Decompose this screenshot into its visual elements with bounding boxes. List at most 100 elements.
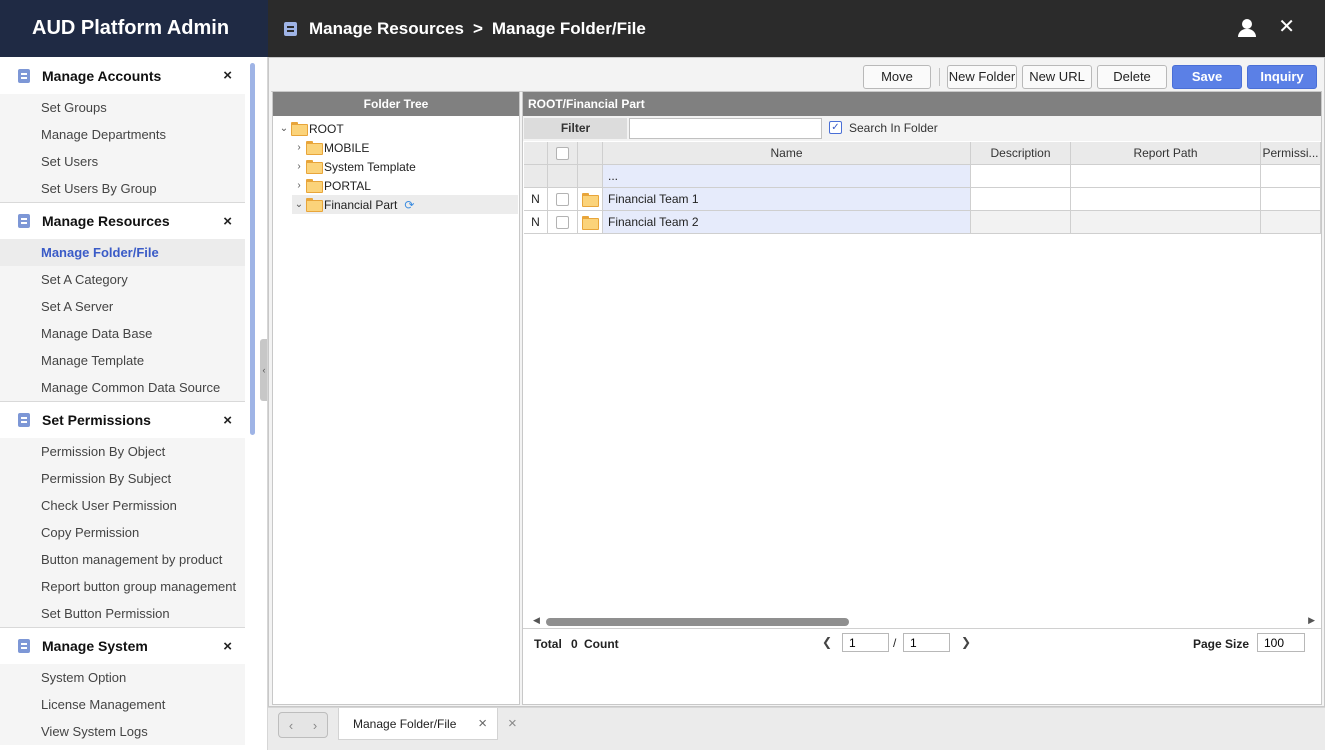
sidebar-item-manage-departments[interactable]: Manage Departments	[0, 121, 245, 148]
main-content: Move New Folder New URL Delete Save Inqu…	[268, 57, 1325, 707]
tab-label: Manage Folder/File	[353, 716, 457, 731]
row-status: N	[524, 211, 548, 234]
table-row[interactable]: N Financial Team 2	[524, 211, 1321, 234]
sidebar-item-permission-by-subject[interactable]: Permission By Subject	[0, 465, 245, 492]
sidebar-item-set-a-server[interactable]: Set A Server	[0, 293, 245, 320]
user-icon[interactable]	[1237, 19, 1257, 37]
total-pages-field	[903, 633, 950, 652]
new-url-button[interactable]: New URL	[1022, 65, 1092, 89]
sidebar-item-check-user-permission[interactable]: Check User Permission	[0, 492, 245, 519]
page-separator: /	[893, 636, 897, 650]
chevron-left-icon[interactable]: ‹	[289, 718, 293, 733]
close-icon[interactable]: ×	[223, 67, 232, 84]
save-button[interactable]: Save	[1172, 65, 1242, 89]
tab-navigation: ‹ ›	[278, 712, 328, 738]
sidebar-item-report-button-group-management[interactable]: Report button group management	[0, 573, 245, 600]
chevron-down-icon[interactable]: ⌄	[277, 123, 291, 134]
folder-icon	[306, 160, 323, 174]
tree-node-system-template[interactable]: › System Template	[292, 157, 416, 176]
row-checkbox[interactable]	[556, 216, 569, 230]
column-header-report-path[interactable]: Report Path	[1071, 142, 1261, 165]
scroll-right-arrow-icon[interactable]: ▶	[1308, 615, 1315, 626]
sidebar-item-button-management-by-product[interactable]: Button management by product	[0, 546, 245, 573]
menu-group-header[interactable]: Set Permissions ×	[0, 401, 245, 438]
sidebar-item-set-users[interactable]: Set Users	[0, 148, 245, 175]
menu-group-header[interactable]: Manage Accounts ×	[0, 57, 245, 94]
sidebar-item-copy-permission[interactable]: Copy Permission	[0, 519, 245, 546]
sidebar-item-permission-by-object[interactable]: Permission By Object	[0, 438, 245, 465]
title-bar: Manage Resources > Manage Folder/File ✕	[268, 0, 1325, 57]
count-label: Count	[584, 637, 619, 651]
total-count: 0	[571, 637, 578, 651]
sidebar-item-view-system-logs[interactable]: View System Logs	[0, 718, 245, 745]
close-all-tabs-icon[interactable]: ×	[508, 715, 517, 732]
tree-node-financial-part[interactable]: ⌄ Financial Part ⟳	[292, 195, 518, 214]
scrollbar-thumb[interactable]	[546, 618, 849, 626]
sidebar-item-set-users-by-group[interactable]: Set Users By Group	[0, 175, 245, 202]
sidebar-collapse-handle[interactable]: ‹	[260, 339, 267, 401]
folder-tree-header: Folder Tree	[273, 92, 519, 116]
search-in-folder-checkbox[interactable]: ✓	[829, 121, 842, 134]
chevron-right-icon[interactable]: ›	[292, 161, 306, 172]
close-icon[interactable]: ×	[478, 715, 487, 732]
row-name[interactable]: Financial Team 2	[603, 211, 971, 234]
scroll-left-arrow-icon[interactable]: ◀	[533, 615, 540, 626]
chevron-right-icon[interactable]: ❯	[961, 635, 971, 649]
tree-node-portal[interactable]: › PORTAL	[292, 176, 371, 195]
tree-node-root[interactable]: ⌄ ROOT	[277, 119, 344, 138]
inquiry-button[interactable]: Inquiry	[1247, 65, 1317, 89]
column-header-description[interactable]: Description	[971, 142, 1071, 165]
sidebar-item-manage-template[interactable]: Manage Template	[0, 347, 245, 374]
grid-header-status	[524, 142, 548, 165]
select-all-checkbox[interactable]	[556, 147, 569, 161]
menu-group-title: Manage Resources	[42, 213, 170, 229]
sidebar-item-manage-common-data-source[interactable]: Manage Common Data Source	[0, 374, 245, 401]
menu-group-header[interactable]: Manage System ×	[0, 627, 245, 664]
sidebar-item-set-groups[interactable]: Set Groups	[0, 94, 245, 121]
chevron-down-icon[interactable]: ⌄	[292, 199, 306, 210]
close-icon[interactable]: ×	[223, 213, 232, 230]
sidebar-item-set-button-permission[interactable]: Set Button Permission	[0, 600, 245, 627]
new-folder-button[interactable]: New Folder	[947, 65, 1017, 89]
folder-icon	[306, 141, 323, 155]
sidebar-scrollbar[interactable]	[250, 63, 255, 435]
sidebar-item-system-option[interactable]: System Option	[0, 664, 245, 691]
chevron-left-icon[interactable]: ❮	[822, 635, 832, 649]
sidebar-item-set-a-category[interactable]: Set A Category	[0, 266, 245, 293]
parent-folder-link[interactable]: ...	[603, 165, 971, 188]
filter-input[interactable]	[629, 118, 822, 139]
chevron-right-icon[interactable]: ›	[313, 718, 317, 733]
tree-node-label: PORTAL	[324, 178, 371, 193]
move-button[interactable]: Move	[863, 65, 931, 89]
sidebar-item-license-management[interactable]: License Management	[0, 691, 245, 718]
document-icon	[18, 214, 30, 228]
tree-node-mobile[interactable]: › MOBILE	[292, 138, 369, 157]
total-label: Total	[534, 637, 562, 651]
sidebar-item-manage-folder-file[interactable]: Manage Folder/File	[0, 239, 245, 266]
row-name[interactable]: Financial Team 1	[603, 188, 971, 211]
tab-manage-folder-file[interactable]: Manage Folder/File ×	[338, 708, 498, 740]
close-icon[interactable]: ×	[223, 412, 232, 429]
close-icon[interactable]: ×	[223, 638, 232, 655]
column-header-name[interactable]: Name	[603, 142, 971, 165]
chevron-right-icon[interactable]: ›	[292, 180, 306, 191]
document-icon	[18, 68, 30, 83]
table-row[interactable]: N Financial Team 1	[524, 188, 1321, 211]
row-report-path	[1071, 211, 1261, 234]
refresh-icon[interactable]: ⟳	[404, 198, 414, 212]
folder-tree-panel: Folder Tree ⌄ ROOT › MOBILE › System Tem…	[272, 91, 520, 705]
chevron-right-icon[interactable]: ›	[292, 142, 306, 153]
page-size-input[interactable]	[1257, 633, 1305, 652]
row-status: N	[524, 188, 548, 211]
delete-button[interactable]: Delete	[1097, 65, 1167, 89]
current-page-input[interactable]	[842, 633, 889, 652]
row-checkbox[interactable]	[556, 193, 569, 207]
page-size-label: Page Size	[1193, 637, 1250, 651]
horizontal-scrollbar[interactable]: ◀ ▶	[523, 614, 1321, 628]
menu-group-title: Set Permissions	[42, 412, 151, 428]
table-row-parent[interactable]: ...	[524, 165, 1321, 188]
close-icon[interactable]: ✕	[1278, 17, 1295, 37]
menu-group-header[interactable]: Manage Resources ×	[0, 202, 245, 239]
sidebar-item-manage-data-base[interactable]: Manage Data Base	[0, 320, 245, 347]
column-header-permission[interactable]: Permissi...	[1261, 142, 1321, 165]
